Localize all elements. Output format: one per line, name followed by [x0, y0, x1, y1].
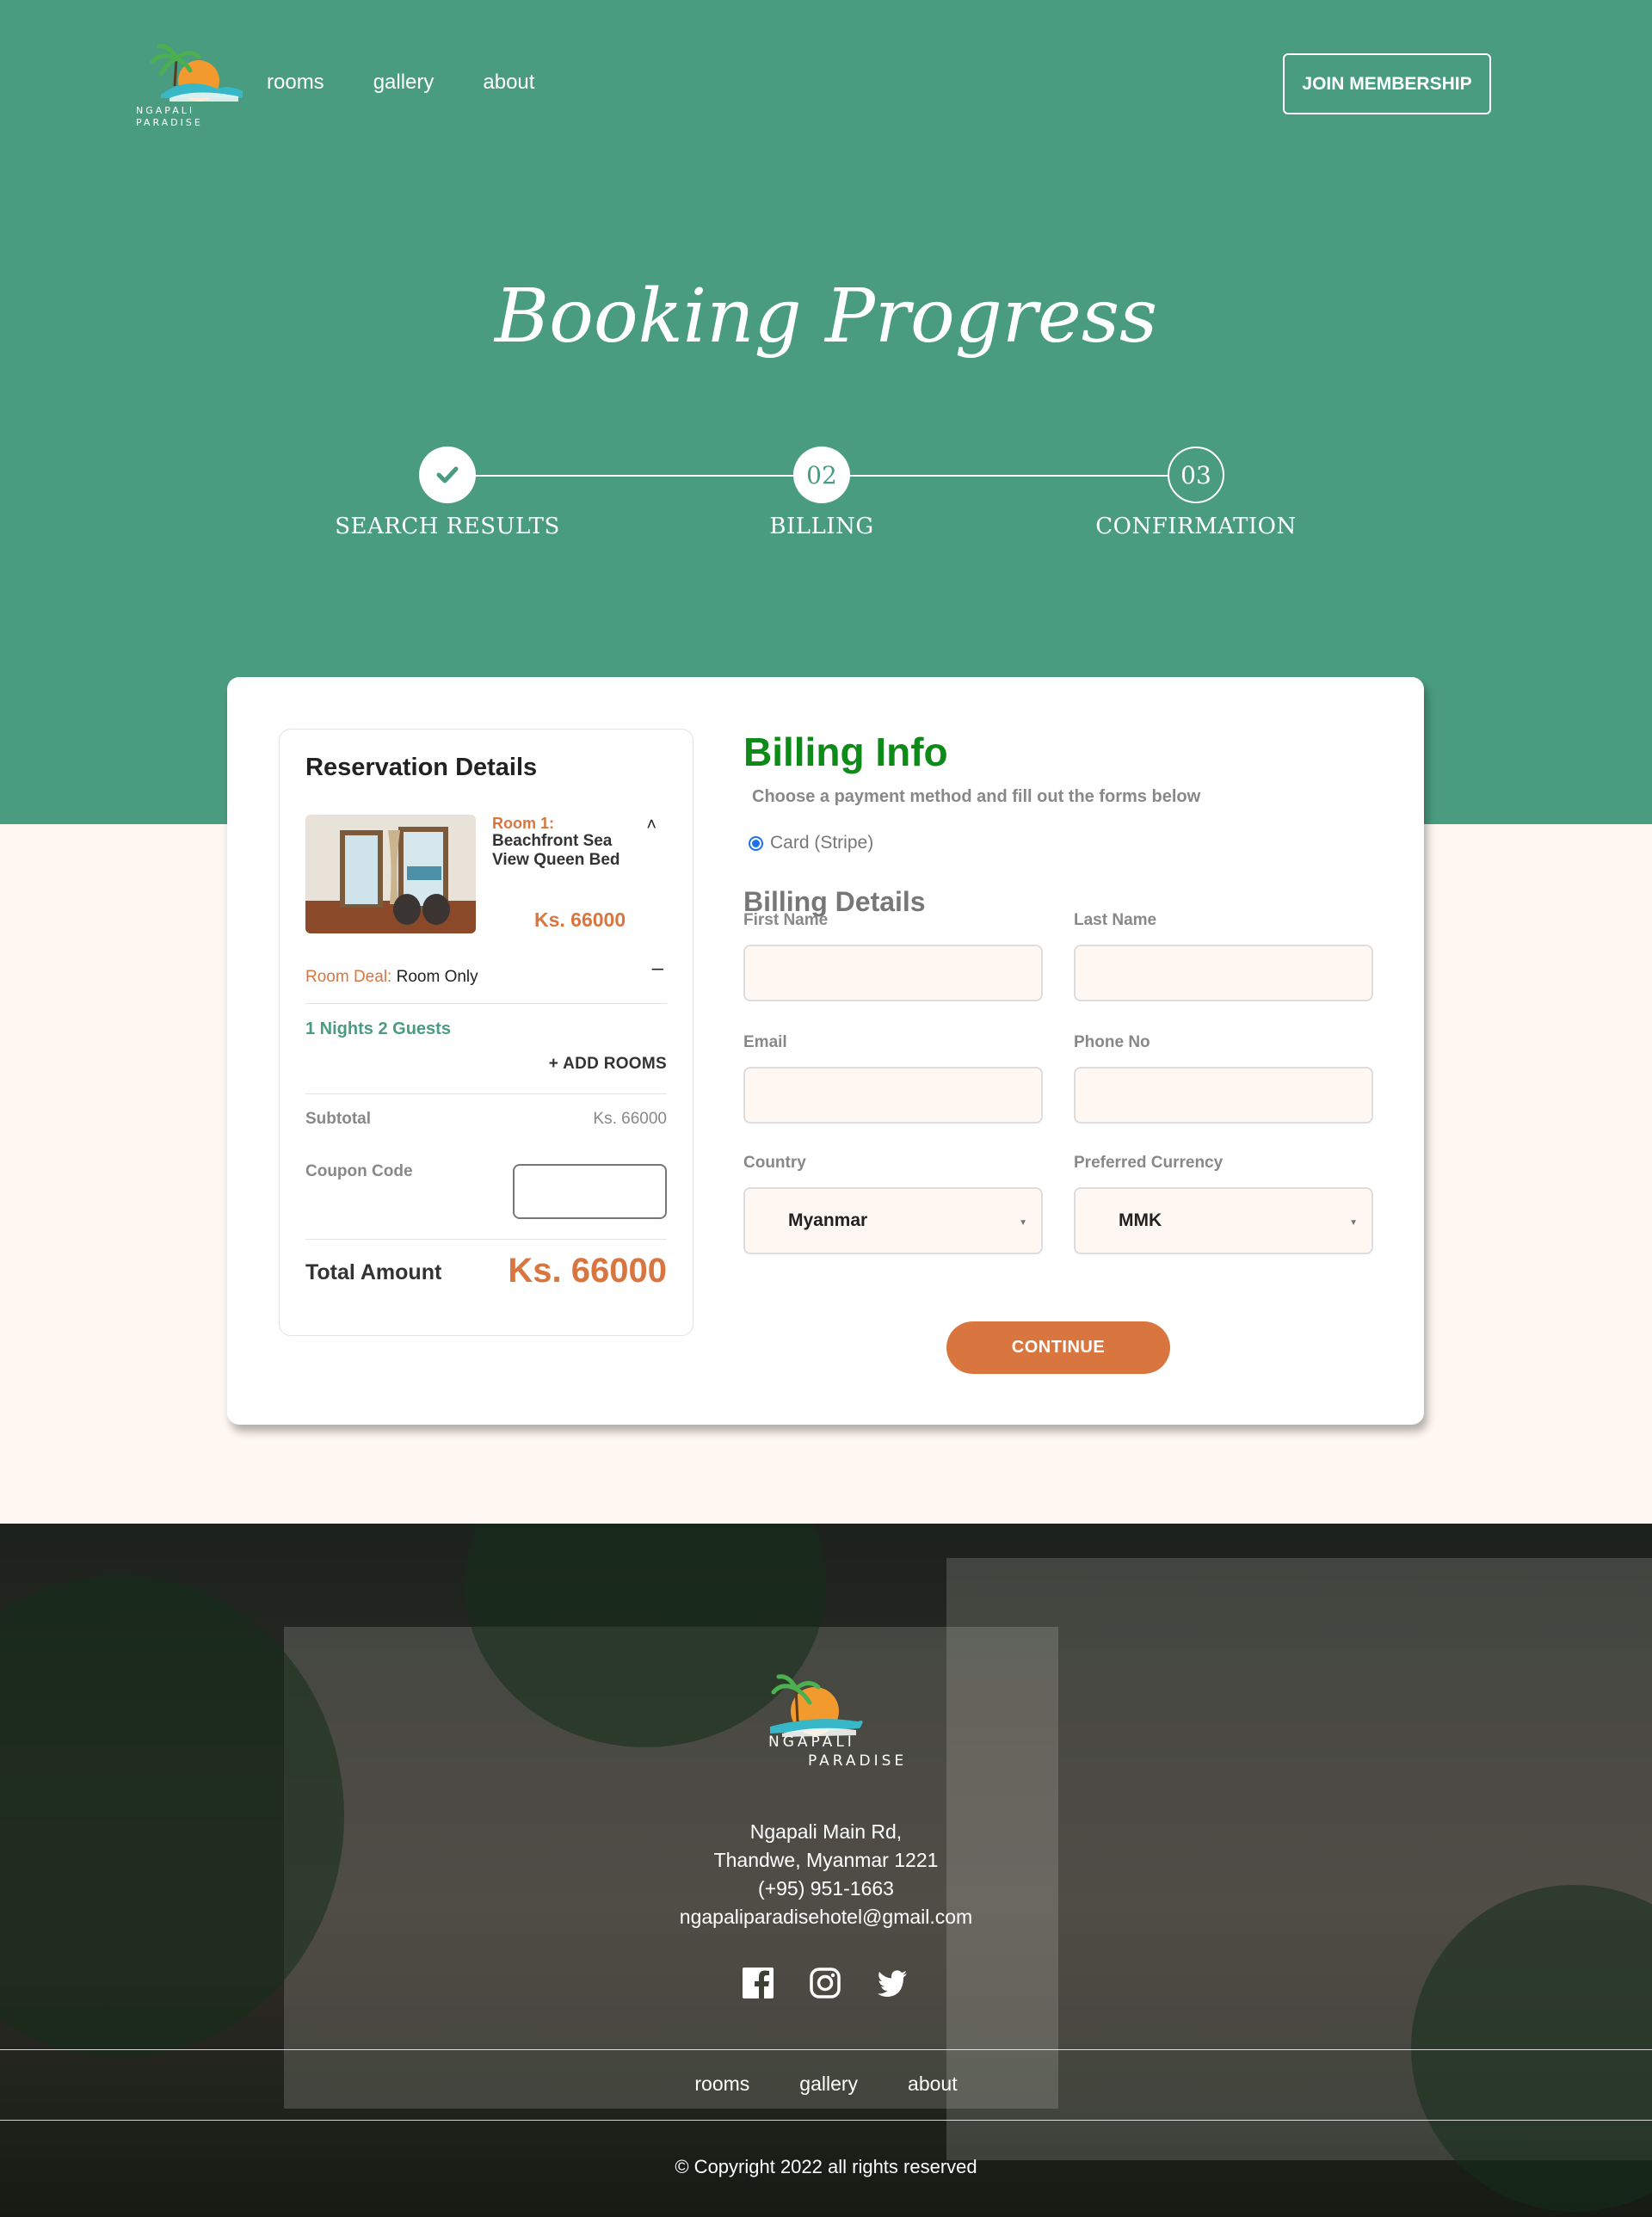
- footer-link-rooms[interactable]: rooms: [694, 2072, 749, 2096]
- last-name-label: Last Name: [1074, 911, 1157, 929]
- room-price: Ks. 66000: [534, 908, 626, 931]
- address-line2: Thandwe, Myanmar 1221: [713, 1849, 939, 1871]
- currency-label: Preferred Currency: [1074, 1154, 1224, 1172]
- phone-label: Phone No: [1074, 1033, 1150, 1051]
- last-name-input[interactable]: [1074, 945, 1373, 1001]
- phone-input[interactable]: [1074, 1067, 1373, 1124]
- country-value: Myanmar: [788, 1210, 868, 1230]
- logo-icon: [150, 44, 243, 102]
- step-search-results: SEARCH RESULTS: [318, 446, 576, 539]
- country-field-group: Country Myanmar ▼: [743, 1154, 1043, 1254]
- phone-number: (+95) 951-1663: [758, 1877, 894, 1900]
- coupon-label: Coupon Code: [305, 1162, 413, 1180]
- continue-button[interactable]: CONTINUE: [946, 1321, 1170, 1374]
- total-amount-label: Total Amount: [305, 1260, 442, 1284]
- footer-contact: Ngapali Main Rd, Thandwe, Myanmar 1221 (…: [0, 1818, 1652, 1931]
- social-links: [743, 1968, 908, 1998]
- currency-select[interactable]: MMK ▼: [1074, 1187, 1373, 1254]
- divider: [305, 1093, 667, 1094]
- first-name-field-group: First Name: [743, 911, 1043, 1001]
- payment-option-card[interactable]: Card (Stripe): [749, 833, 1373, 853]
- footer-logo-text-line1: NGAPALI: [768, 1734, 855, 1751]
- minus-icon[interactable]: –: [652, 957, 663, 981]
- nav-link-about[interactable]: about: [483, 71, 534, 95]
- nav-links: rooms gallery about: [267, 71, 534, 95]
- room-deal-key: Room Deal:: [305, 968, 392, 986]
- currency-field-group: Preferred Currency MMK ▼: [1074, 1154, 1373, 1254]
- step-number-circle: 03: [1168, 446, 1224, 503]
- room-name: Beachfront Sea View Queen Bed: [492, 832, 620, 869]
- top-nav: NGAPALI PARADISE rooms gallery about JOI…: [135, 41, 1491, 128]
- step-label: SEARCH RESULTS: [335, 514, 560, 539]
- room-deal: Room Deal: Room Only: [305, 968, 478, 987]
- chevron-up-icon[interactable]: ˄: [646, 816, 656, 835]
- email-input[interactable]: [743, 1067, 1043, 1124]
- logo[interactable]: NGAPALI PARADISE: [135, 41, 247, 131]
- currency-value: MMK: [1119, 1210, 1162, 1230]
- dropdown-arrow-icon: ▼: [1349, 1218, 1358, 1228]
- join-membership-button[interactable]: JOIN MEMBERSHIP: [1283, 53, 1491, 114]
- step-done-circle: [419, 446, 476, 503]
- address-line1: Ngapali Main Rd,: [749, 1820, 903, 1843]
- billing-info-panel: Billing Info Choose a payment method and…: [743, 729, 1373, 1254]
- email-field-group: Email: [743, 1033, 1043, 1124]
- email-label: Email: [743, 1033, 787, 1051]
- billing-title: Billing Info: [743, 730, 948, 774]
- instagram-icon[interactable]: [810, 1968, 841, 1998]
- reservation-title: Reservation Details: [305, 754, 538, 781]
- footer-nav: rooms gallery about: [0, 2072, 1652, 2096]
- room-label: Room 1:: [492, 815, 554, 832]
- facebook-icon[interactable]: [743, 1968, 774, 1998]
- coupon-input[interactable]: [513, 1164, 667, 1219]
- first-name-input[interactable]: [743, 945, 1043, 1001]
- payment-option-label: Card (Stripe): [770, 833, 874, 853]
- reservation-details-panel: Reservation Details Room 1: Beachfront S…: [279, 729, 693, 1336]
- footer-divider: [0, 2049, 1652, 2050]
- dropdown-arrow-icon: ▼: [1019, 1218, 1027, 1228]
- nav-link-rooms[interactable]: rooms: [267, 71, 324, 95]
- footer: NGAPALI PARADISE Ngapali Main Rd, Thandw…: [0, 1524, 1652, 2217]
- step-confirmation: 03 CONFIRMATION: [1067, 446, 1325, 539]
- footer-link-about[interactable]: about: [908, 2072, 958, 2096]
- divider: [305, 1239, 667, 1240]
- footer-divider: [0, 2120, 1652, 2121]
- last-name-field-group: Last Name: [1074, 911, 1373, 1001]
- first-name-label: First Name: [743, 911, 829, 929]
- subtotal-value: Ks. 66000: [593, 1110, 667, 1128]
- booking-progress-steps: SEARCH RESULTS 02 BILLING 03 CONFIRMATIO…: [335, 446, 1296, 541]
- copyright: © Copyright 2022 all rights reserved: [675, 2156, 977, 2177]
- email-address[interactable]: ngapaliparadisehotel@gmail.com: [0, 1903, 1652, 1931]
- booking-card: Reservation Details Room 1: Beachfront S…: [227, 677, 1424, 1425]
- footer-link-gallery[interactable]: gallery: [799, 2072, 858, 2096]
- footer-logo-text-line2: PARADISE: [808, 1752, 908, 1770]
- divider: [305, 1003, 667, 1004]
- step-label: CONFIRMATION: [1095, 514, 1297, 539]
- country-select[interactable]: Myanmar ▼: [743, 1187, 1043, 1254]
- room-deal-value: Room Only: [396, 968, 478, 986]
- total-amount-value: Ks. 66000: [508, 1252, 667, 1290]
- step-billing: 02 BILLING: [693, 446, 951, 539]
- checkmark-icon: [436, 466, 459, 483]
- room-image: [305, 815, 476, 933]
- logo-text-line2: PARADISE: [136, 117, 203, 128]
- page-title: Booking Progress: [494, 274, 1158, 360]
- country-label: Country: [743, 1154, 806, 1172]
- step-label: BILLING: [769, 514, 874, 539]
- add-rooms-button[interactable]: + ADD ROOMS: [549, 1055, 667, 1074]
- billing-subtitle: Choose a payment method and fill out the…: [752, 787, 1201, 806]
- radio-button-selected[interactable]: [749, 835, 763, 851]
- step-number-circle: 02: [793, 446, 850, 503]
- phone-field-group: Phone No: [1074, 1033, 1373, 1124]
- subtotal-label: Subtotal: [305, 1110, 371, 1128]
- nav-link-gallery[interactable]: gallery: [373, 71, 435, 95]
- twitter-icon[interactable]: [877, 1968, 908, 1998]
- nights-guests: 1 Nights 2 Guests: [305, 1019, 451, 1038]
- logo-text-line1: NGAPALI: [136, 105, 195, 116]
